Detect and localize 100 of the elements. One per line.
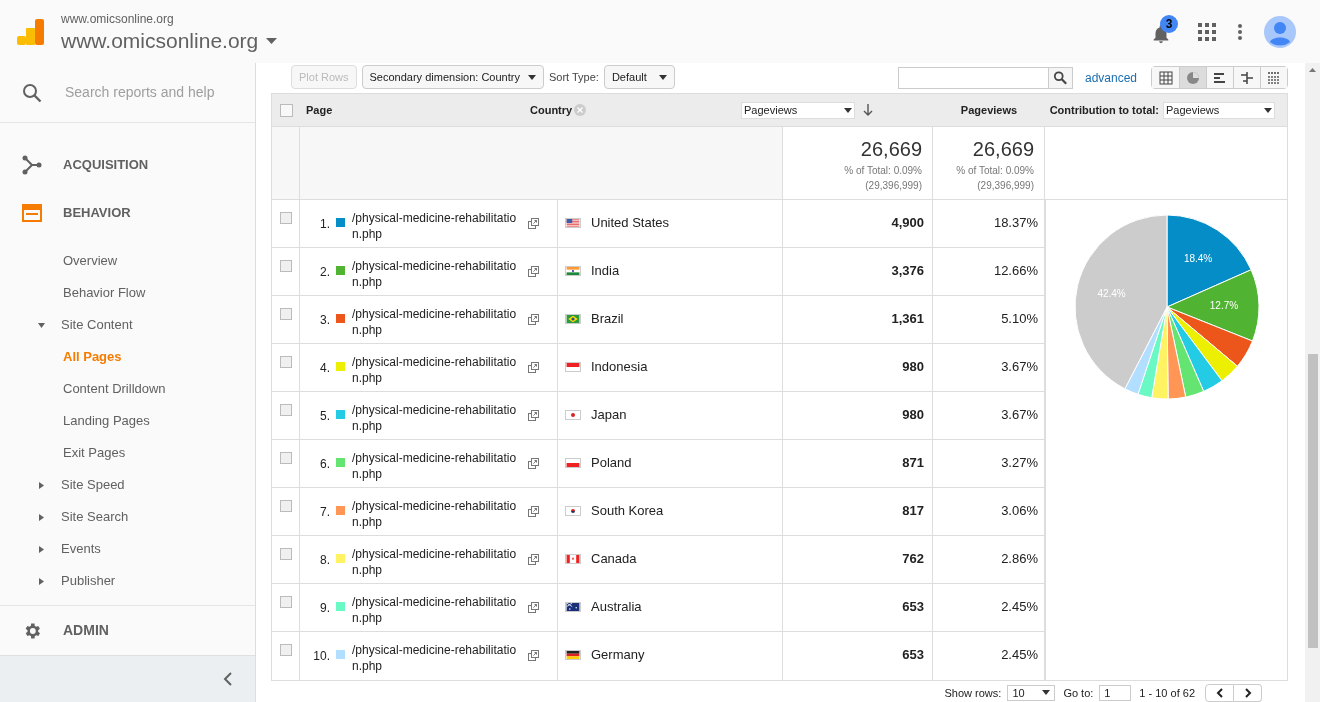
nav-item[interactable]: Site Content	[61, 315, 133, 335]
page-link[interactable]: /physical-medicine-rehabilitation.php	[352, 594, 524, 626]
row-checkbox[interactable]	[279, 596, 292, 608]
go-to-field[interactable]: 1	[1099, 684, 1132, 701]
row-checkbox[interactable]	[279, 500, 292, 512]
select-all-checkbox[interactable]	[280, 103, 293, 117]
triangle-icon[interactable]	[38, 513, 45, 521]
account-name: www.omicsonline.org	[61, 10, 175, 28]
nav-item[interactable]: Overview	[63, 251, 118, 271]
flag-icon	[565, 553, 581, 564]
secondary-dimension-dropdown[interactable]: Secondary dimension: Country	[361, 65, 544, 89]
page-link[interactable]: /physical-medicine-rehabilitation.php	[352, 354, 524, 386]
country-name[interactable]: Poland	[591, 452, 632, 473]
row-checkbox[interactable]	[279, 644, 292, 656]
country-name[interactable]: Canada	[591, 548, 637, 569]
nav-item[interactable]: Events	[61, 539, 101, 559]
country-name[interactable]: Australia	[591, 596, 642, 617]
total-percent: % of Total: 0.09%	[844, 164, 922, 178]
country-name[interactable]: India	[591, 260, 620, 281]
row-checkbox[interactable]	[279, 548, 292, 560]
bar-chart-icon[interactable]	[1206, 67, 1233, 88]
more-options-icon[interactable]	[1238, 23, 1242, 40]
table-search-field[interactable]	[897, 66, 1073, 89]
column-header[interactable]: Page	[306, 103, 333, 116]
notifications-button[interactable]: 3	[1150, 18, 1176, 45]
country-name[interactable]: Germany	[591, 645, 645, 665]
avatar-icon[interactable]	[1264, 15, 1296, 48]
next-page-button[interactable]	[1234, 683, 1262, 702]
column-header[interactable]: Pageviews	[933, 101, 1045, 119]
open-link-icon[interactable]	[528, 362, 539, 373]
triangle-icon[interactable]	[38, 481, 45, 489]
search-icon[interactable]	[1047, 67, 1072, 88]
search-field[interactable]: Search reports and help	[65, 82, 225, 103]
row-checkbox[interactable]	[279, 452, 292, 464]
open-link-icon[interactable]	[528, 314, 539, 325]
nav-item[interactable]: Landing Pages	[63, 411, 150, 431]
column-header[interactable]: Country	[530, 101, 573, 119]
row-checkbox[interactable]	[279, 356, 292, 368]
triangle-icon[interactable]	[38, 577, 45, 585]
nav-item[interactable]: Content Drilldown	[63, 379, 166, 399]
sort-descending-icon[interactable]	[863, 104, 873, 116]
row-checkbox[interactable]	[279, 404, 292, 416]
previous-page-button[interactable]	[1205, 683, 1234, 702]
property-selector[interactable]: www.omicsonline.org	[61, 27, 278, 54]
row-checkbox[interactable]	[279, 308, 292, 320]
nav-item[interactable]: Site Search	[61, 507, 129, 527]
country-name[interactable]: South Korea	[591, 500, 664, 521]
metric-dropdown[interactable]: Pageviews	[741, 101, 855, 119]
country-name[interactable]: Indonesia	[591, 356, 648, 377]
triangle-icon[interactable]	[38, 321, 45, 329]
flag-icon	[565, 457, 581, 468]
page-link[interactable]: /physical-medicine-rehabilitation.php	[352, 498, 524, 530]
flag-icon	[565, 313, 581, 324]
nav-item[interactable]: Publisher	[61, 571, 116, 591]
open-link-icon[interactable]	[528, 218, 539, 229]
row-number: 6.	[319, 456, 331, 473]
percent-value: 5.10%	[1001, 309, 1038, 328]
open-link-icon[interactable]	[528, 266, 539, 277]
grid-icon[interactable]	[1152, 67, 1179, 88]
apps-icon[interactable]	[1198, 22, 1216, 41]
triangle-icon[interactable]	[38, 545, 45, 553]
nav-item[interactable]: Site Speed	[61, 475, 125, 495]
contribution-dropdown[interactable]: Pageviews	[1163, 101, 1275, 119]
page-link[interactable]: /physical-medicine-rehabilitation.php	[352, 258, 524, 290]
sort-type-dropdown[interactable]: Default	[603, 65, 675, 89]
page-link[interactable]: /physical-medicine-rehabilitation.php	[352, 306, 524, 338]
page-link[interactable]: /physical-medicine-rehabilitation.php	[352, 402, 524, 434]
open-link-icon[interactable]	[528, 506, 539, 517]
scrollbar[interactable]	[1305, 63, 1320, 702]
advanced-link[interactable]: advanced	[1084, 68, 1137, 87]
comparison-icon[interactable]	[1233, 67, 1260, 88]
pivot-icon[interactable]	[1260, 67, 1287, 88]
nav-section[interactable]: ACQUISITION	[63, 155, 149, 175]
scroll-up-icon[interactable]	[1309, 68, 1316, 72]
row-checkbox[interactable]	[279, 260, 292, 272]
admin-link[interactable]: ADMIN	[63, 620, 109, 641]
percent-value: 2.45%	[1001, 646, 1038, 665]
caret-icon	[1264, 107, 1272, 113]
open-link-icon[interactable]	[528, 554, 539, 565]
open-link-icon[interactable]	[528, 410, 539, 421]
country-name[interactable]: Japan	[591, 404, 627, 425]
open-link-icon[interactable]	[528, 602, 539, 613]
open-link-icon[interactable]	[528, 650, 539, 661]
nav-item[interactable]: Exit Pages	[63, 443, 126, 463]
chevron-right-icon	[1243, 687, 1252, 698]
collapse-icon[interactable]	[223, 672, 233, 686]
caret-icon	[527, 74, 536, 80]
slice-label: 12.7%	[1209, 299, 1238, 311]
page-link[interactable]: /physical-medicine-rehabilitation.php	[352, 642, 524, 674]
open-link-icon[interactable]	[528, 458, 539, 469]
country-name[interactable]: Brazil	[591, 308, 624, 329]
row-checkbox[interactable]	[279, 212, 292, 224]
percent-value: 2.86%	[1001, 549, 1038, 568]
page-link[interactable]: /physical-medicine-rehabilitation.php	[352, 210, 524, 242]
show-rows-dropdown[interactable]: 10	[1007, 684, 1056, 701]
nav-section[interactable]: BEHAVIOR	[63, 203, 131, 223]
page-link[interactable]: /physical-medicine-rehabilitation.php	[352, 546, 524, 578]
country-name[interactable]: United States	[591, 212, 670, 233]
nav-item[interactable]: Behavior Flow	[63, 283, 146, 303]
page-link[interactable]: /physical-medicine-rehabilitation.php	[352, 450, 524, 482]
